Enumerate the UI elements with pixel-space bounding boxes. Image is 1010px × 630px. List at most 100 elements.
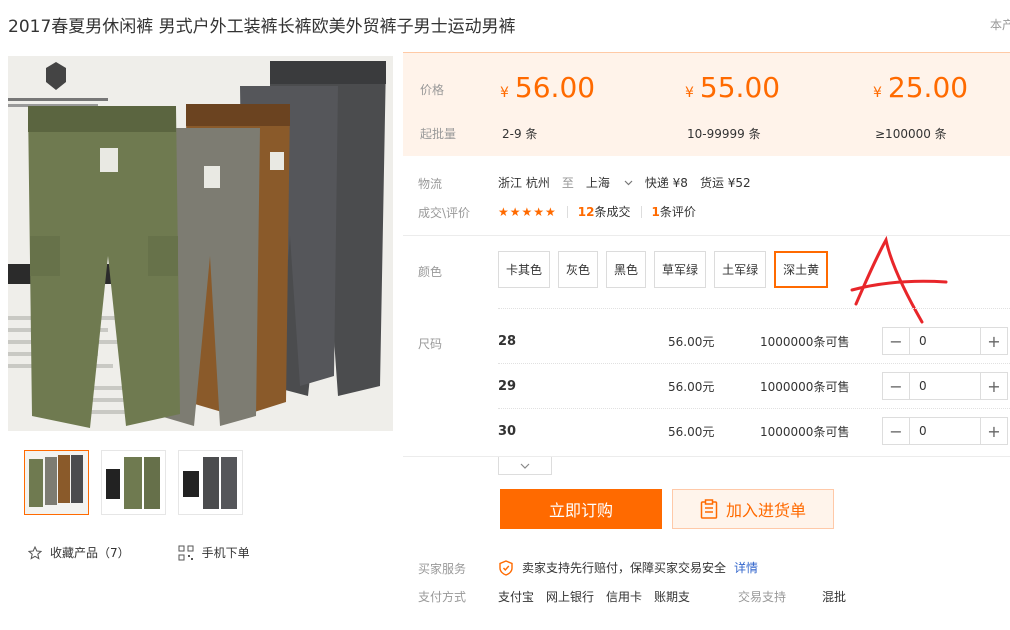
chevron-down-icon bbox=[624, 180, 633, 185]
rating-stars: ★★★★★ bbox=[498, 204, 557, 219]
currency-symbol: ¥ bbox=[685, 85, 694, 101]
shield-icon bbox=[499, 559, 513, 576]
quantity-stepper: − 0 + bbox=[882, 327, 1008, 355]
payment-method: 账期支 bbox=[654, 590, 691, 604]
quantity-stepper: − 0 + bbox=[882, 417, 1008, 445]
thumbnail-1[interactable] bbox=[24, 450, 89, 515]
tier-2-price: ¥55.00 bbox=[685, 71, 780, 104]
tier-1-range: 2-9 条 bbox=[502, 127, 538, 141]
logistics-from: 浙江 杭州 bbox=[498, 176, 550, 190]
trade-support-label: 交易支持 bbox=[738, 590, 787, 604]
favorite-button[interactable]: 收藏产品（7） bbox=[28, 544, 130, 561]
tier-3-range: ≥100000 条 bbox=[875, 127, 947, 141]
logistics-row: 浙江 杭州 至 上海 快递 ¥8 货运 ¥52 bbox=[498, 174, 751, 191]
thumbnail-2[interactable] bbox=[101, 450, 166, 515]
increment-button[interactable]: + bbox=[981, 418, 1007, 444]
clipboard-icon bbox=[700, 499, 718, 519]
divider bbox=[498, 308, 1010, 309]
payment-method: 支付宝 bbox=[498, 590, 535, 604]
size-name: 29 bbox=[498, 378, 517, 394]
size-stock: 1000000条可售 bbox=[760, 334, 850, 349]
thumbnail-1-image bbox=[25, 451, 88, 514]
deal-count-link[interactable]: 12条成交 bbox=[578, 203, 631, 220]
deals-label: 成交\评价 bbox=[418, 206, 471, 220]
product-title: 2017春夏男休闲裤 男式户外工装裤长裤欧美外贸裤子男士运动男裤 bbox=[8, 17, 516, 37]
color-option-khaki[interactable]: 卡其色 bbox=[498, 251, 551, 288]
color-option-dark-earth-yellow[interactable]: 深土黄 bbox=[774, 251, 829, 288]
tier-1-price: ¥56.00 bbox=[500, 71, 595, 104]
thumbnail-2-image bbox=[102, 451, 165, 514]
size-stock: 1000000条可售 bbox=[760, 424, 850, 439]
logistics-destination: 上海 bbox=[585, 176, 610, 190]
mobile-order-label: 手机下单 bbox=[201, 546, 250, 560]
price-label: 价格 bbox=[420, 83, 445, 97]
express-fee: 快递 ¥8 bbox=[644, 176, 688, 190]
tier-2-range: 10-99999 条 bbox=[687, 127, 761, 141]
quantity-stepper: − 0 + bbox=[882, 372, 1008, 400]
moq-label: 起批量 bbox=[420, 127, 457, 141]
tier-3-price: ¥25.00 bbox=[873, 71, 968, 104]
freight-fee: 货运 ¥52 bbox=[699, 176, 751, 190]
color-label: 颜色 bbox=[418, 265, 443, 279]
payment-methods: 支付宝 网上银行 信用卡 账期支 bbox=[498, 588, 690, 605]
review-count-link[interactable]: 1条评价 bbox=[652, 203, 696, 220]
size-row: 28 56.00元 1000000条可售 − 0 + bbox=[498, 321, 1010, 361]
favorite-label: 收藏产品（7） bbox=[50, 546, 130, 560]
expand-sizes-button[interactable] bbox=[498, 457, 552, 475]
add-to-cart-button[interactable]: 加入进货单 bbox=[672, 489, 834, 529]
tier-1-price-value: 56.00 bbox=[514, 71, 596, 104]
size-label: 尺码 bbox=[418, 337, 443, 351]
size-price: 56.00元 bbox=[668, 379, 715, 394]
divider bbox=[498, 408, 1010, 409]
color-option-grey[interactable]: 灰色 bbox=[558, 251, 599, 288]
mobile-order-button[interactable]: 手机下单 bbox=[178, 544, 250, 561]
payment-method: 网上银行 bbox=[546, 590, 595, 604]
add-to-cart-label: 加入进货单 bbox=[725, 501, 806, 520]
increment-button[interactable]: + bbox=[981, 373, 1007, 399]
review-suffix: 条评价 bbox=[659, 205, 696, 219]
left-actions: 收藏产品（7） 手机下单 bbox=[28, 544, 250, 561]
main-product-image[interactable] bbox=[8, 56, 393, 431]
logistics-label: 物流 bbox=[418, 177, 443, 191]
divider bbox=[403, 456, 1010, 457]
quantity-input[interactable]: 0 bbox=[909, 418, 981, 444]
decrement-button[interactable]: − bbox=[883, 373, 909, 399]
size-price: 56.00元 bbox=[668, 334, 715, 349]
increment-button[interactable]: + bbox=[981, 328, 1007, 354]
divider bbox=[566, 205, 568, 218]
red-letter-a-annotation bbox=[850, 236, 948, 324]
payment-label: 支付方式 bbox=[418, 590, 467, 604]
color-option-earth-green[interactable]: 土军绿 bbox=[714, 251, 767, 288]
payment-method: 信用卡 bbox=[606, 590, 643, 604]
quantity-input[interactable]: 0 bbox=[909, 373, 981, 399]
buy-now-button[interactable]: 立即订购 bbox=[500, 489, 662, 529]
color-option-grass-green[interactable]: 草军绿 bbox=[654, 251, 707, 288]
thumbnail-3[interactable] bbox=[178, 450, 243, 515]
decrement-button[interactable]: − bbox=[883, 418, 909, 444]
deals-row: ★★★★★ 12条成交 1条评价 bbox=[498, 203, 696, 220]
color-options: 卡其色 灰色 黑色 草军绿 土军绿 深土黄 bbox=[498, 251, 829, 288]
color-option-black[interactable]: 黑色 bbox=[606, 251, 647, 288]
deal-suffix: 条成交 bbox=[594, 205, 631, 219]
logistics-to-word: 至 bbox=[561, 176, 574, 190]
divider bbox=[640, 205, 642, 218]
tier-2-price-value: 55.00 bbox=[699, 71, 781, 104]
price-box: 价格 起批量 ¥56.00 ¥55.00 ¥25.00 2-9 条 10-999… bbox=[403, 52, 1010, 156]
quantity-input[interactable]: 0 bbox=[909, 328, 981, 354]
size-price: 56.00元 bbox=[668, 424, 715, 439]
thumbnail-strip bbox=[24, 450, 243, 515]
logistics-destination-select[interactable]: 上海 bbox=[586, 174, 633, 191]
service-row: 卖家支持先行赔付，保障买家交易安全 详情 bbox=[498, 559, 758, 576]
service-details-link[interactable]: 详情 bbox=[734, 559, 758, 576]
star-outline-icon bbox=[28, 545, 42, 560]
size-name: 28 bbox=[498, 333, 517, 349]
trade-support: 交易支持 混批 bbox=[738, 588, 846, 605]
qr-code-icon bbox=[178, 545, 194, 560]
currency-symbol: ¥ bbox=[500, 85, 509, 101]
tier-3-price-value: 25.00 bbox=[887, 71, 969, 104]
currency-symbol: ¥ bbox=[873, 85, 882, 101]
chevron-down-icon bbox=[520, 463, 530, 469]
service-label: 买家服务 bbox=[418, 562, 467, 576]
decrement-button[interactable]: − bbox=[883, 328, 909, 354]
divider bbox=[498, 363, 1010, 364]
